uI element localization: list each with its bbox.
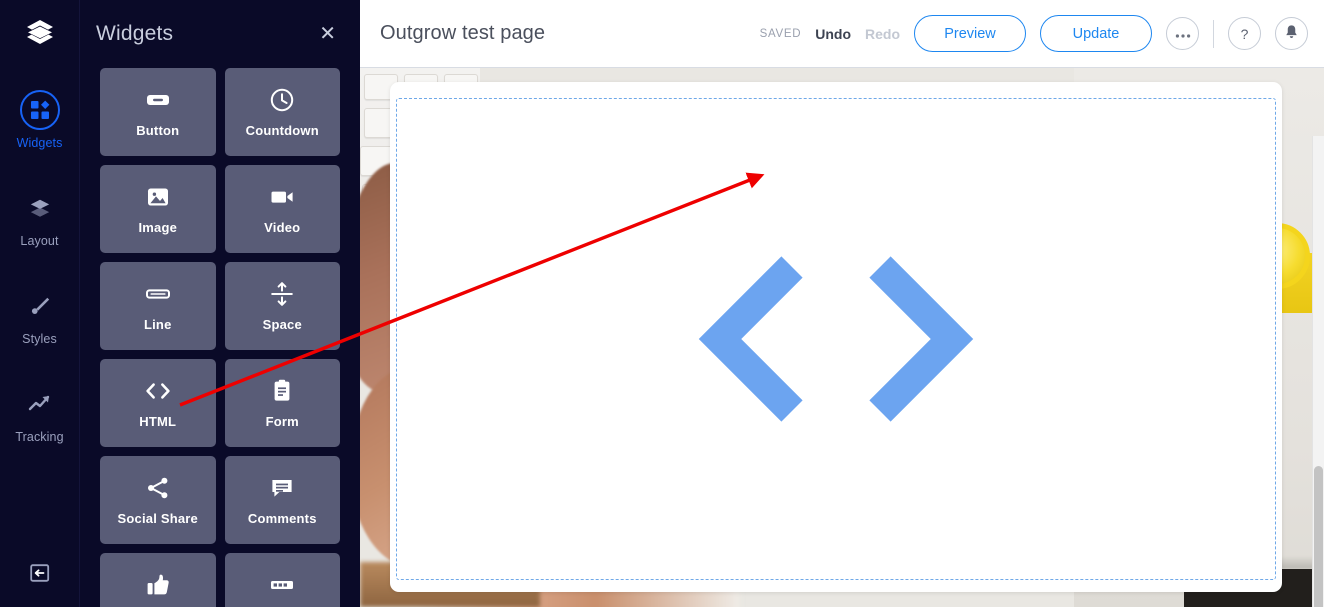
widget-tile-image[interactable]: Image (100, 165, 216, 253)
redo-button[interactable]: Redo (865, 26, 900, 42)
toolbar-divider (1213, 19, 1214, 48)
collapse-panel-button[interactable] (0, 562, 79, 589)
button-icon (145, 87, 171, 113)
widget-tile-label: Comments (247, 510, 317, 526)
widgets-grid-icon (19, 90, 60, 130)
left-nav-rail: Widgets Layout Styles Tracking (0, 0, 80, 607)
main-area: Outgrow test page SAVED Undo Redo Previe… (360, 0, 1324, 607)
widget-dropzone[interactable] (396, 98, 1276, 580)
widget-tile-label: Button (136, 122, 180, 138)
widget-tile-video[interactable]: Video (224, 165, 340, 253)
brand-logo[interactable] (0, 0, 80, 68)
nav-item-label: Layout (20, 234, 59, 248)
progress-bar-icon (269, 572, 295, 598)
nav-item-styles[interactable]: Styles (0, 276, 79, 354)
widgets-panel-title: Widgets (96, 22, 174, 45)
video-camera-icon (269, 184, 295, 210)
code-brackets-icon (143, 378, 173, 404)
widget-tile-form[interactable]: Form (224, 359, 340, 447)
widget-tile-label: Countdown (245, 122, 319, 138)
app-root: Widgets Layout Styles Tracking Widgets ✕… (0, 0, 1324, 607)
widget-tile-progress-bar[interactable]: Progress Bar (224, 553, 340, 607)
widget-tile-line[interactable]: Line (100, 262, 216, 350)
widgets-panel-header: Widgets ✕ (80, 0, 360, 68)
clock-icon (269, 87, 295, 113)
top-bar: Outgrow test page SAVED Undo Redo Previe… (360, 0, 1324, 68)
nav-item-label: Styles (22, 332, 57, 346)
widget-tile-label: Video (264, 219, 301, 235)
canvas-area (360, 68, 1324, 607)
preview-button[interactable]: Preview (914, 15, 1026, 52)
comment-bubble-icon (269, 475, 295, 501)
widget-tile-label: Form (265, 413, 299, 429)
scrollbar-thumb[interactable] (1314, 466, 1323, 607)
widget-tile-label: Image (138, 219, 178, 235)
layers-stack-logo-icon (24, 16, 56, 53)
thumbs-up-icon (145, 572, 171, 598)
undo-button[interactable]: Undo (815, 26, 851, 42)
more-options-button[interactable] (1166, 17, 1199, 50)
paint-brush-icon (20, 286, 60, 326)
share-icon (145, 475, 171, 501)
widget-tile-social-share[interactable]: Social Share (100, 456, 216, 544)
vertical-arrows-icon (269, 281, 295, 307)
nav-item-widgets[interactable]: Widgets (0, 80, 79, 158)
widget-tile-label: Line (143, 316, 172, 332)
nav-items-list: Widgets Layout Styles Tracking (0, 80, 79, 472)
widget-tile-button[interactable]: Button (100, 68, 216, 156)
widgets-panel: Widgets ✕ Button Countdown Image Video L… (80, 0, 360, 607)
help-button[interactable]: ? (1228, 17, 1261, 50)
html-code-brackets-placeholder-icon (696, 249, 976, 429)
horizontal-line-icon (145, 281, 171, 307)
topbar-actions: SAVED Undo Redo Preview Update ? (760, 15, 1308, 52)
page-preview-card (390, 82, 1282, 592)
trending-up-icon (20, 384, 60, 424)
question-mark-icon: ? (1240, 25, 1249, 42)
saved-status: SAVED (759, 27, 802, 40)
collapse-panel-icon (29, 562, 51, 589)
widget-tile-social-like[interactable]: Social Like (100, 553, 216, 607)
close-icon[interactable]: ✕ (315, 22, 340, 46)
widget-tile-space[interactable]: Space (224, 262, 340, 350)
widget-tile-label: Space (262, 316, 302, 332)
vertical-scrollbar[interactable] (1312, 136, 1324, 607)
widget-tile-label: Social Share (117, 510, 198, 526)
nav-item-tracking[interactable]: Tracking (0, 374, 79, 452)
widget-tile-html[interactable]: HTML (100, 359, 216, 447)
nav-item-label: Tracking (15, 430, 64, 444)
nav-item-layout[interactable]: Layout (0, 178, 79, 256)
page-title: Outgrow test page (380, 22, 546, 44)
clipboard-form-icon (269, 378, 295, 404)
bell-icon (1284, 24, 1299, 43)
widget-tile-countdown[interactable]: Countdown (224, 68, 340, 156)
notifications-button[interactable] (1275, 17, 1308, 50)
update-button[interactable]: Update (1040, 15, 1152, 52)
image-icon (145, 184, 171, 210)
widget-tiles-grid: Button Countdown Image Video Line Space … (80, 68, 360, 607)
layers-icon (20, 188, 60, 228)
ellipsis-icon (1175, 26, 1191, 42)
widget-tile-label: HTML (139, 413, 177, 429)
widget-tile-comments[interactable]: Comments (224, 456, 340, 544)
nav-item-label: Widgets (16, 136, 63, 150)
